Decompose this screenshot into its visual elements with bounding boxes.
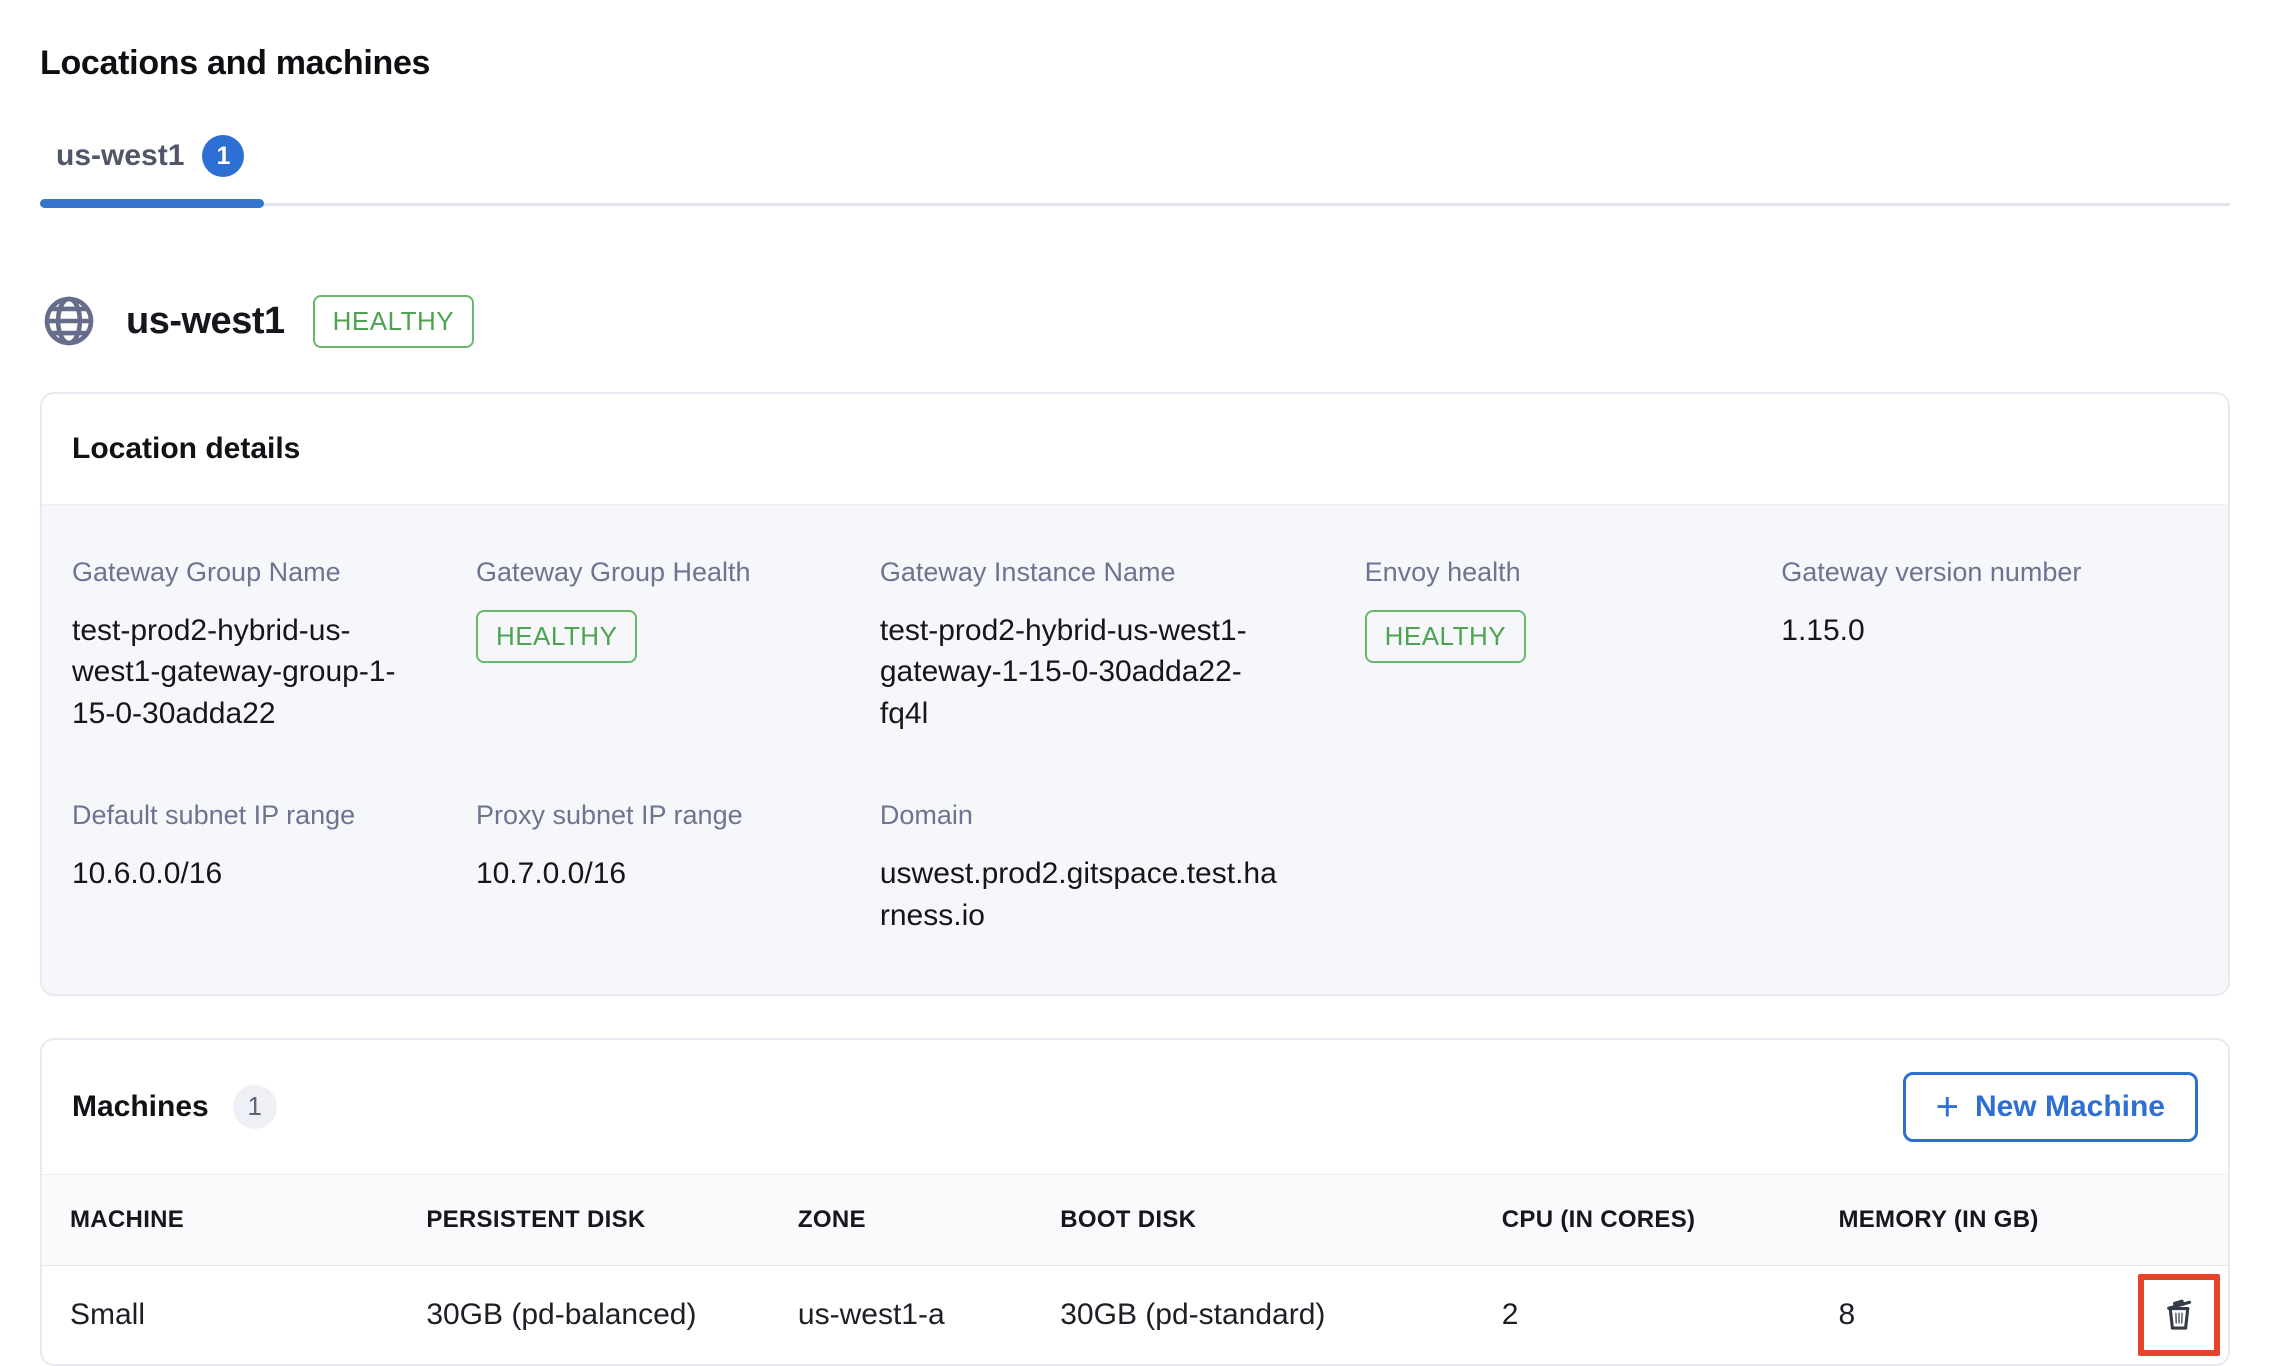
tabs-bar: us-west1 1 xyxy=(40,135,2230,206)
new-machine-button[interactable]: + New Machine xyxy=(1903,1072,2198,1142)
col-cpu: CPU (IN CORES) xyxy=(1474,1174,1811,1265)
field-domain: Domain uswest.prod2.gitspace.test.harnes… xyxy=(880,800,1365,936)
col-persistent-disk: PERSISTENT DISK xyxy=(398,1174,770,1265)
location-details-card: Location details Gateway Group Name test… xyxy=(40,392,2230,996)
tab-count-badge: 1 xyxy=(202,135,244,177)
globe-icon xyxy=(40,292,98,350)
field-label: Gateway Group Health xyxy=(476,557,800,588)
location-details-body: Gateway Group Name test-prod2-hybrid-us-… xyxy=(42,504,2228,994)
location-status-badge: HEALTHY xyxy=(313,295,475,348)
annotation-highlight-box xyxy=(2138,1274,2220,1356)
field-proxy-subnet: Proxy subnet IP range 10.7.0.0/16 xyxy=(476,800,880,936)
field-label: Gateway Instance Name xyxy=(880,557,1285,588)
details-row-2: Default subnet IP range 10.6.0.0/16 Prox… xyxy=(72,800,2198,936)
machines-card: Machines 1 + New Machine MACHINE PERSIST… xyxy=(40,1038,2230,1366)
field-label: Gateway Group Name xyxy=(72,557,396,588)
page: Locations and machines us-west1 1 us-wes… xyxy=(0,0,2270,1366)
tab-us-west1[interactable]: us-west1 1 xyxy=(40,135,264,203)
col-memory: MEMORY (IN GB) xyxy=(1810,1174,2109,1265)
table-row: Small 30GB (pd-balanced) us-west1-a 30GB… xyxy=(42,1265,2228,1364)
trash-icon xyxy=(2157,1291,2201,1338)
tab-label: us-west1 xyxy=(56,139,184,173)
machines-count-badge: 1 xyxy=(233,1085,277,1129)
machines-title: Machines xyxy=(72,1090,209,1124)
field-label: Domain xyxy=(880,800,1285,831)
envoy-health-badge: HEALTHY xyxy=(1365,610,1527,663)
field-value: 10.6.0.0/16 xyxy=(72,853,396,894)
new-machine-label: New Machine xyxy=(1975,1090,2165,1124)
location-header: us-west1 HEALTHY xyxy=(40,292,2230,350)
field-gateway-version: Gateway version number 1.15.0 xyxy=(1781,557,2198,734)
field-label: Proxy subnet IP range xyxy=(476,800,800,831)
table-header-row: MACHINE PERSISTENT DISK ZONE BOOT DISK C… xyxy=(42,1174,2228,1265)
field-envoy-health: Envoy health HEALTHY xyxy=(1365,557,1782,734)
field-value: 1.15.0 xyxy=(1781,610,2118,651)
col-boot-disk: BOOT DISK xyxy=(1032,1174,1474,1265)
field-label: Envoy health xyxy=(1365,557,1702,588)
cell-boot-disk: 30GB (pd-standard) xyxy=(1032,1265,1474,1364)
cell-machine: Small xyxy=(42,1265,398,1364)
cell-zone: us-west1-a xyxy=(770,1265,1032,1364)
col-zone: ZONE xyxy=(770,1174,1032,1265)
field-value: test-prod2-hybrid-us-west1-gateway-1-15-… xyxy=(880,610,1285,734)
field-gateway-instance-name: Gateway Instance Name test-prod2-hybrid-… xyxy=(880,557,1365,734)
location-name: us-west1 xyxy=(126,300,285,343)
machines-header: Machines 1 + New Machine xyxy=(42,1040,2228,1174)
field-value: 10.7.0.0/16 xyxy=(476,853,800,894)
field-label: Gateway version number xyxy=(1781,557,2118,588)
cell-memory: 8 xyxy=(1810,1265,2109,1364)
plus-icon: + xyxy=(1936,1093,1959,1121)
field-gateway-group-health: Gateway Group Health HEALTHY xyxy=(476,557,880,734)
field-default-subnet: Default subnet IP range 10.6.0.0/16 xyxy=(72,800,476,936)
delete-machine-button[interactable] xyxy=(2157,1291,2201,1338)
field-value: uswest.prod2.gitspace.test.harness.io xyxy=(880,853,1285,936)
gateway-group-health-badge: HEALTHY xyxy=(476,610,638,663)
details-row-1: Gateway Group Name test-prod2-hybrid-us-… xyxy=(72,557,2198,734)
field-label: Default subnet IP range xyxy=(72,800,396,831)
location-details-header: Location details xyxy=(42,394,2228,504)
col-machine: MACHINE xyxy=(42,1174,398,1265)
location-details-title: Location details xyxy=(72,432,2198,466)
page-title: Locations and machines xyxy=(40,0,2230,83)
field-value: test-prod2-hybrid-us-west1-gateway-group… xyxy=(72,610,396,734)
cell-persistent-disk: 30GB (pd-balanced) xyxy=(398,1265,770,1364)
cell-cpu: 2 xyxy=(1474,1265,1811,1364)
col-actions xyxy=(2110,1174,2228,1265)
cell-actions xyxy=(2110,1265,2228,1364)
machines-table: MACHINE PERSISTENT DISK ZONE BOOT DISK C… xyxy=(42,1174,2228,1364)
field-gateway-group-name: Gateway Group Name test-prod2-hybrid-us-… xyxy=(72,557,476,734)
